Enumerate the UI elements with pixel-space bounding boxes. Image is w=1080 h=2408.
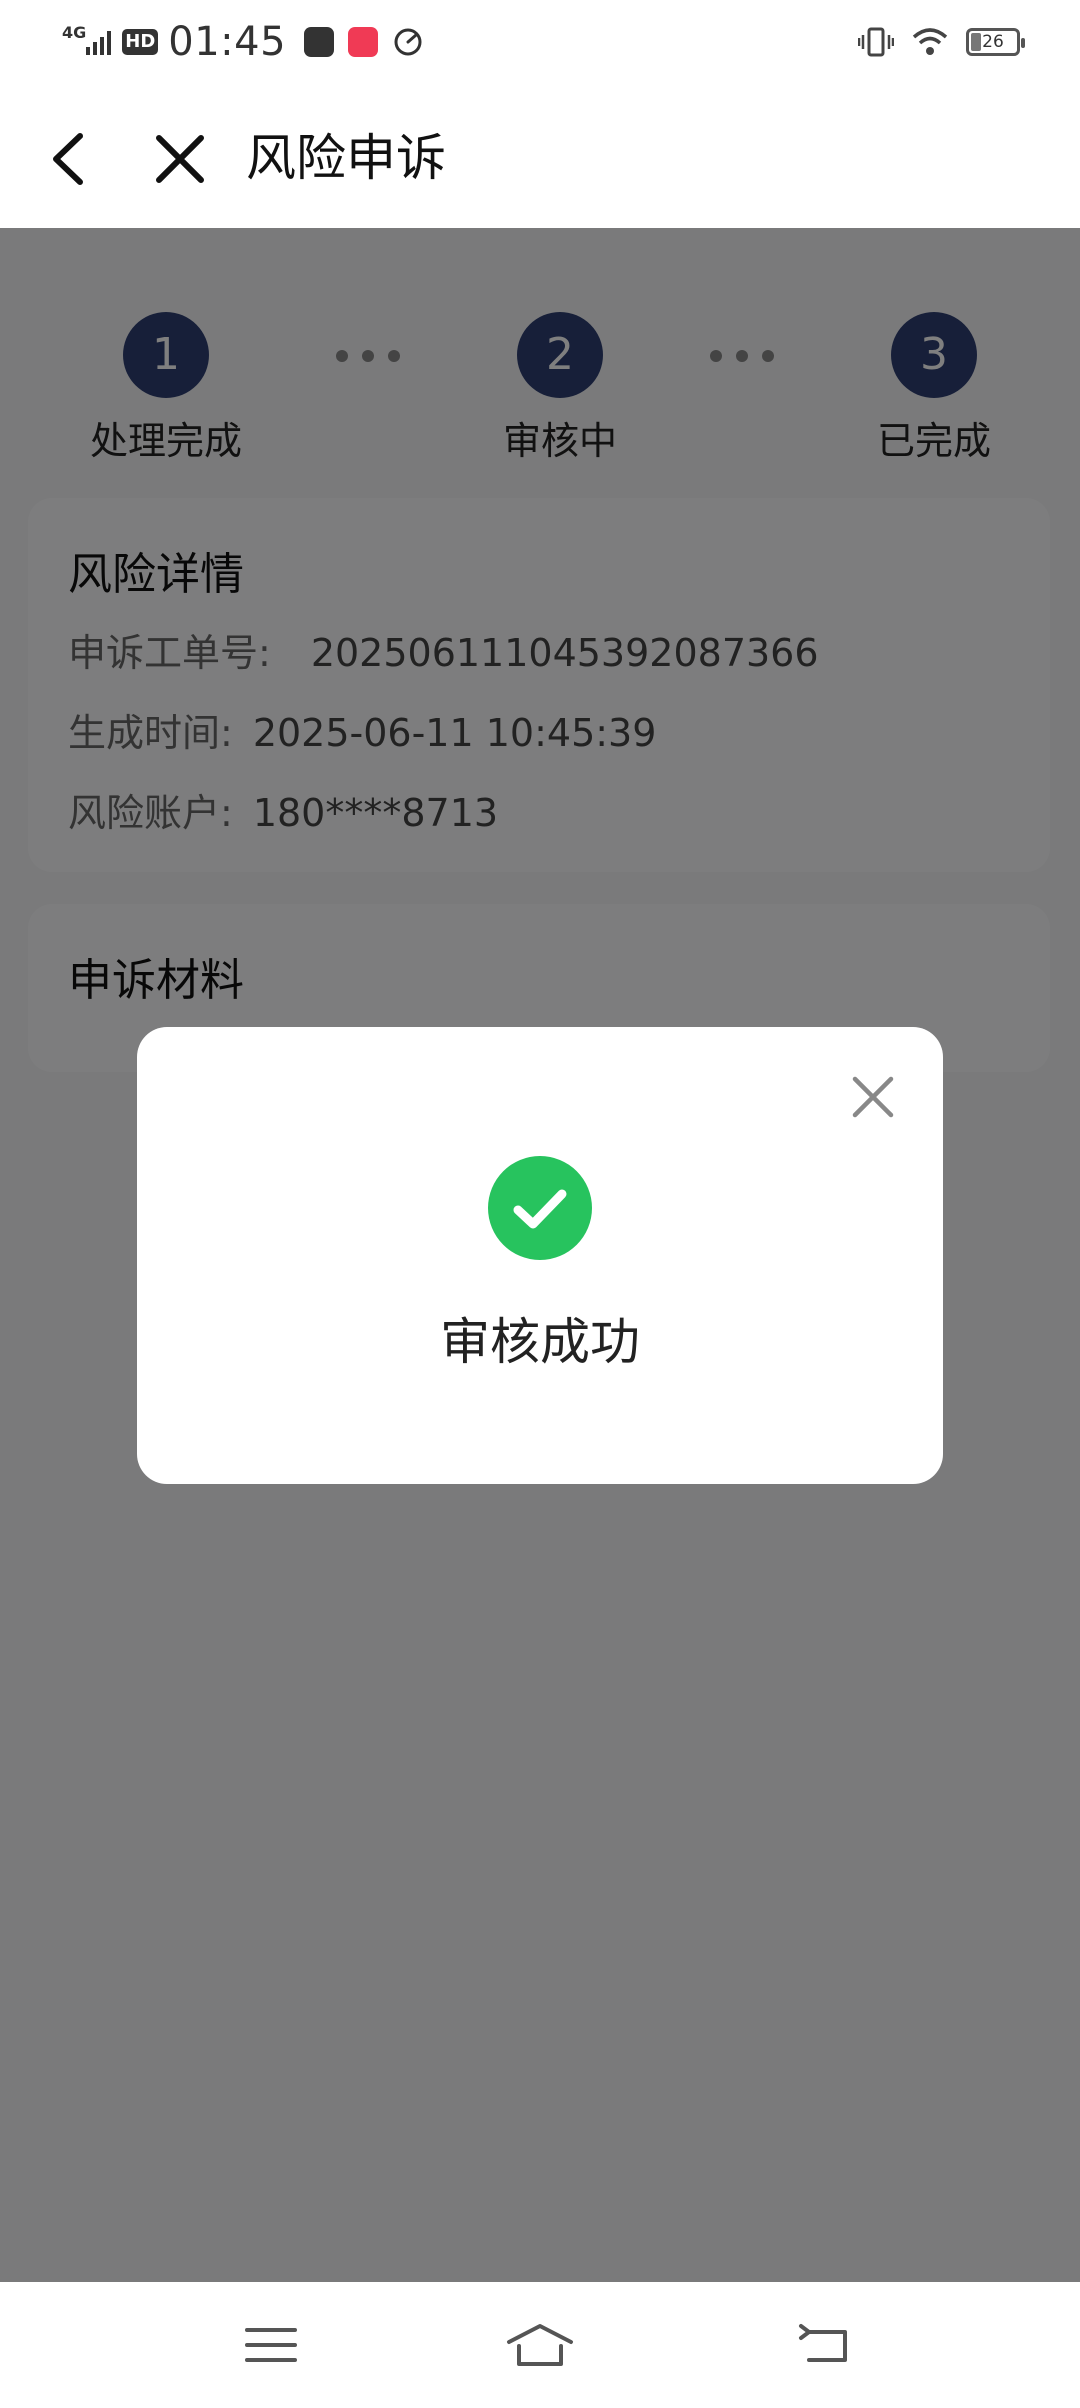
- status-left: 4G HD 01:45: [62, 16, 424, 68]
- success-dialog: 审核成功: [137, 1027, 943, 1484]
- vibrate-icon: [858, 27, 894, 57]
- dialog-close-icon[interactable]: [847, 1071, 899, 1123]
- menu-icon[interactable]: [241, 2320, 301, 2370]
- back-icon[interactable]: [40, 124, 100, 194]
- success-message: 审核成功: [440, 1313, 640, 1371]
- wifi-icon: [912, 28, 948, 55]
- battery-icon: 26: [966, 28, 1025, 56]
- close-icon[interactable]: [145, 124, 215, 194]
- store-notification-icon: [304, 27, 335, 57]
- back-nav-icon[interactable]: [795, 2320, 855, 2370]
- app-header: 风险申诉: [0, 84, 1080, 228]
- network-type: 4G: [62, 22, 87, 42]
- speed-app-notification-icon: [394, 28, 422, 56]
- red-app-notification-icon: [348, 27, 379, 57]
- status-right: 26: [858, 20, 1025, 64]
- status-time: 01:45: [168, 19, 287, 65]
- battery-level: 26: [982, 32, 1004, 52]
- page-title: 风险申诉: [246, 129, 446, 187]
- system-nav-bar: [0, 2282, 1080, 2408]
- signal-icon: [86, 31, 112, 55]
- home-icon[interactable]: [505, 2320, 575, 2370]
- hd-badge: HD: [122, 29, 159, 55]
- status-bar: 4G HD 01:45 26: [0, 0, 1080, 84]
- success-check-icon: [488, 1156, 592, 1260]
